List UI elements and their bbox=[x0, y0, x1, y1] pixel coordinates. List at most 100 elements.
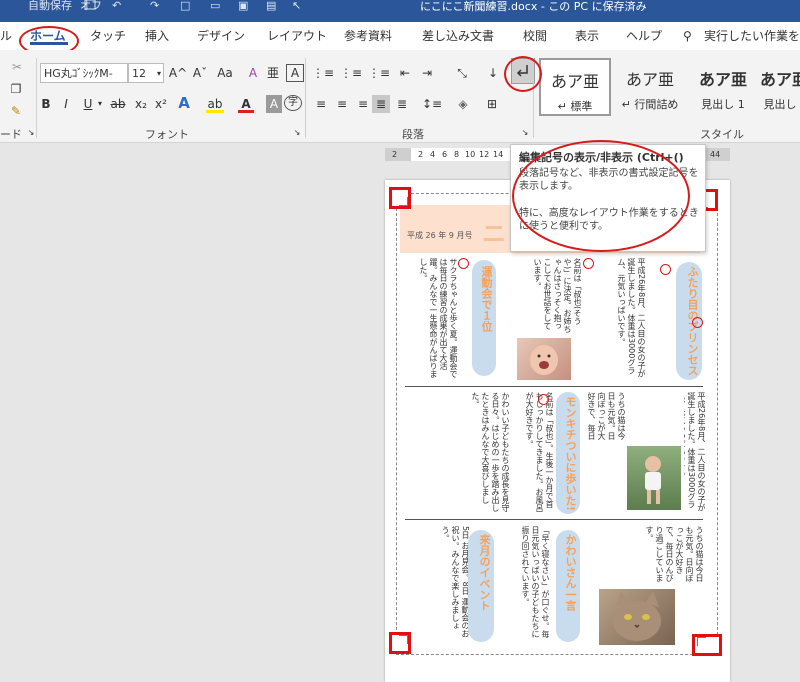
redo-icon[interactable]: ↷ bbox=[150, 0, 159, 12]
ribbon: ✂ ❐ ✎ ード ↘ HG丸ｺﾞｼｯｸM- 12 ▾ A^ Aˇ Aa A 亜 A… bbox=[0, 50, 800, 143]
new-doc-icon[interactable]: ▭ bbox=[210, 0, 220, 12]
heading-next-event: 来月のイベント bbox=[478, 534, 491, 611]
decrease-indent-icon[interactable]: ⇤ bbox=[396, 64, 414, 82]
tab-mailings[interactable]: 差し込み文書 bbox=[422, 28, 494, 44]
tab-file[interactable]: ル bbox=[0, 28, 12, 44]
article-text: かわいい子どもたちの成長を見守る日々。はじめの一歩を踏み出したときはみんなで大喜… bbox=[471, 392, 510, 512]
divider bbox=[36, 58, 37, 138]
align-left-icon[interactable]: ≡ bbox=[312, 95, 330, 113]
quick-print-icon[interactable]: ▤ bbox=[266, 0, 276, 12]
tab-help[interactable]: ヘルプ bbox=[626, 28, 662, 44]
section-divider bbox=[405, 386, 703, 387]
text-direction-icon[interactable]: ⤡ bbox=[450, 64, 474, 82]
text-effect-button[interactable]: A bbox=[176, 94, 192, 112]
tell-me-input[interactable]: 実行したい作業を入 bbox=[704, 28, 800, 44]
article-text: 名前は「叔也(そうや)」に決定。お姉ちゃんはさっそく抱っこしてお世話をしています… bbox=[533, 258, 582, 334]
char-border-button[interactable]: A bbox=[286, 64, 304, 82]
tab-touch[interactable]: タッチ bbox=[90, 28, 126, 44]
article-text: うちの猫は今日も元気。日向ぼっこが大好きで、毎日のんびり過ごしています。 bbox=[588, 392, 626, 440]
numbering-icon[interactable]: ⋮≡ bbox=[340, 64, 362, 82]
ruler-tick: 4 bbox=[430, 150, 436, 159]
tooltip-body: 段落記号など、非表示の書式設定記号を表示します。 特に、高度なレイアウト作業をす… bbox=[519, 167, 699, 233]
align-center-icon[interactable]: ≡ bbox=[333, 95, 351, 113]
distribute-icon[interactable]: ≣ bbox=[393, 95, 411, 113]
article-text: 5日 お月見会。8日 運動会のお祝い。みんなで楽しみましょう。 bbox=[441, 526, 470, 638]
ruler-tick: 10 bbox=[465, 150, 476, 159]
change-case-button[interactable]: Aa bbox=[212, 64, 238, 82]
font-color-button[interactable]: A bbox=[238, 95, 254, 113]
font-size-combo[interactable]: 12 ▾ bbox=[128, 63, 164, 83]
ruler-right-label: 44 bbox=[710, 150, 721, 159]
issue-date: 平成 26 年 9 月号 bbox=[407, 231, 473, 240]
tab-view[interactable]: 表示 bbox=[575, 28, 599, 44]
divider bbox=[305, 58, 306, 138]
borders-icon[interactable]: ⊞ bbox=[480, 95, 504, 113]
bold-button[interactable]: B bbox=[38, 95, 54, 113]
shading-icon[interactable]: ◈ bbox=[452, 95, 474, 113]
clipboard-launcher-icon[interactable]: ↘ bbox=[26, 126, 36, 144]
search-icon[interactable]: ⚲ bbox=[683, 28, 692, 44]
cut-icon[interactable]: ✂ bbox=[10, 58, 24, 76]
paragraph-mark-highlight bbox=[583, 258, 594, 269]
subscript-button[interactable]: x₂ bbox=[132, 95, 150, 113]
autosave-label[interactable]: 自動保存 bbox=[28, 0, 72, 12]
superscript-button[interactable]: x² bbox=[152, 95, 170, 113]
active-tab-indicator bbox=[30, 42, 68, 45]
highlight-button[interactable]: ab bbox=[206, 95, 224, 113]
top-left-crop-mark bbox=[389, 187, 411, 209]
newsletter-title: ニ bbox=[482, 220, 506, 248]
multilevel-list-icon[interactable]: ⋮≡ bbox=[368, 64, 390, 82]
paragraph-mark-highlight bbox=[458, 258, 469, 269]
char-shading-button[interactable]: A bbox=[266, 95, 282, 113]
font-name-combo[interactable]: HG丸ｺﾞｼｯｸM- bbox=[40, 63, 128, 83]
font-launcher-icon[interactable]: ↘ bbox=[292, 126, 302, 144]
tab-layout[interactable]: レイアウト bbox=[267, 28, 327, 44]
tab-design[interactable]: デザイン bbox=[197, 28, 245, 44]
italic-button[interactable]: I bbox=[58, 95, 74, 113]
bottom-left-crop-mark bbox=[389, 632, 411, 654]
ruler-tick: 8 bbox=[454, 150, 460, 159]
ribbon-tabs: ル ホーム タッチ 挿入 デザイン レイアウト 参考資料 差し込み文書 校閲 表… bbox=[0, 22, 800, 50]
clear-format-button[interactable]: A bbox=[244, 64, 262, 82]
article-text: サクラちゃんと歩く夏。運動会では毎日の練習の成果が出て大活躍。みんなで一生懸命が… bbox=[419, 258, 458, 378]
open-icon[interactable]: □ bbox=[180, 0, 190, 12]
paragraph-group-label: 段落 bbox=[402, 128, 424, 141]
grow-font-button[interactable]: A^ bbox=[168, 64, 188, 82]
justify-icon[interactable]: ≣ bbox=[372, 95, 390, 113]
show-hide-tooltip: 編集記号の表示/非表示 (Ctrl+() 段落記号など、非表示の書式設定記号を表… bbox=[510, 144, 706, 252]
align-right-icon[interactable]: ≡ bbox=[354, 95, 372, 113]
print-icon[interactable]: ▣ bbox=[238, 0, 248, 12]
style-normal[interactable]: あア亜 ↵ 標準 bbox=[539, 58, 611, 116]
line-spacing-icon[interactable]: ↕≡ bbox=[420, 95, 444, 113]
shrink-font-button[interactable]: Aˇ bbox=[190, 64, 210, 82]
copy-icon[interactable]: ❐ bbox=[8, 80, 24, 98]
undo-icon[interactable]: ↶ bbox=[112, 0, 121, 12]
underline-button[interactable]: U bbox=[80, 95, 96, 113]
cat-photo bbox=[599, 589, 675, 645]
ruby-button[interactable]: 亜 bbox=[264, 64, 282, 82]
article-text: 平成26年8月、二人目の女の子が誕生しました。体重は3000グラム、元気いっぱい… bbox=[684, 392, 706, 512]
window-title: にこにこ新聞練習.docx - この PC に保存済み bbox=[420, 0, 647, 13]
tab-references[interactable]: 参考資料 bbox=[344, 28, 392, 44]
baby-photo bbox=[517, 338, 571, 380]
article-text: 「早く寝なさい」が口ぐせ。毎日元気いっぱいの子どもたちに振り回されています。 bbox=[521, 526, 550, 638]
show-hide-marks-button[interactable] bbox=[511, 58, 535, 84]
tab-insert[interactable]: 挿入 bbox=[145, 28, 169, 44]
ruler-tick: 2 bbox=[418, 150, 424, 159]
enclose-char-button[interactable]: 字 bbox=[284, 95, 302, 111]
style-no-spacing[interactable]: あア亜 ↵ 行間詰め bbox=[614, 58, 686, 116]
pointer-icon[interactable]: ↖ bbox=[292, 0, 301, 12]
sort-icon[interactable]: ↓ bbox=[484, 64, 502, 82]
save-icon[interactable] bbox=[84, 0, 96, 10]
title-bar: 自動保存 オフ ↶ ↷ □ ▭ ▣ ▤ ↖ にこにこ新聞練習.docx - この… bbox=[0, 0, 800, 22]
paragraph-launcher-icon[interactable]: ↘ bbox=[520, 126, 530, 144]
style-heading-2[interactable]: あア亜 見出し bbox=[760, 58, 800, 116]
increase-indent-icon[interactable]: ⇥ bbox=[418, 64, 436, 82]
bullets-icon[interactable]: ⋮≡ bbox=[312, 64, 334, 82]
underline-dropdown-icon[interactable]: ▾ bbox=[96, 95, 104, 113]
style-heading-1[interactable]: あア亜 見出し 1 bbox=[688, 58, 758, 116]
clipboard-group-label: ード bbox=[0, 128, 22, 141]
strikethrough-button[interactable]: ab bbox=[108, 95, 128, 113]
format-painter-icon[interactable]: ✎ bbox=[8, 102, 24, 120]
tab-review[interactable]: 校閲 bbox=[523, 28, 547, 44]
